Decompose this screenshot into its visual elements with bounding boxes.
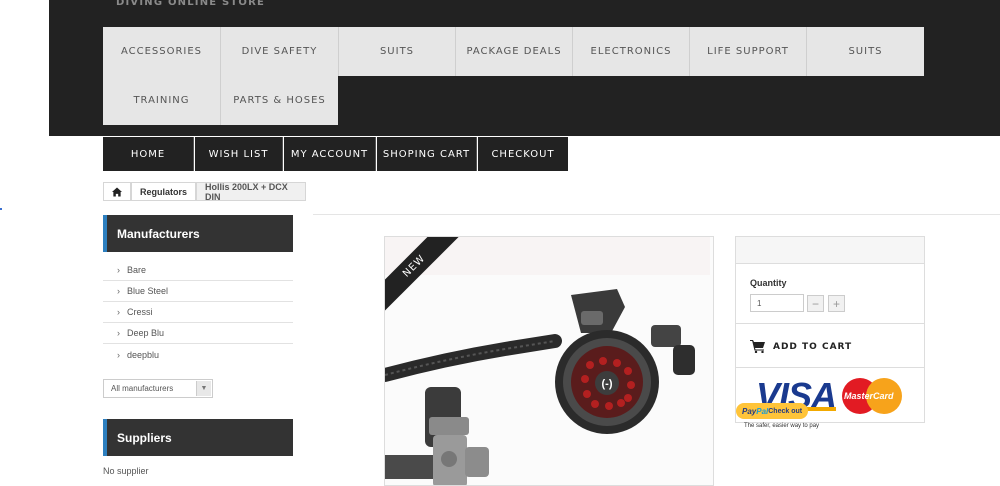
breadcrumb-current: Hollis 200LX + DCX DIN (196, 182, 306, 202)
category-dive-safety[interactable]: DIVE SAFETY (221, 27, 339, 76)
breadcrumb-regulators[interactable]: Regulators (131, 182, 196, 201)
breadcrumb-home[interactable] (103, 182, 131, 201)
list-item[interactable]: › Blue Steel (103, 281, 293, 302)
category-suits[interactable]: SUITS (339, 27, 456, 76)
nav-checkout[interactable]: CHECKOUT (478, 137, 568, 171)
category-parts-hoses[interactable]: PARTS & HOSES (221, 76, 338, 125)
chevron-right-icon: › (117, 307, 120, 317)
list-item[interactable]: › Cressi (103, 302, 293, 323)
manufacturer-label: deepblu (127, 349, 160, 360)
mastercard-logo: MasterCard (842, 378, 902, 414)
paypal-tagline: The safer, easier way to pay (744, 423, 820, 429)
quantity-label: Quantity (750, 278, 787, 288)
manufacturer-label: Blue Steel (127, 286, 169, 296)
manufacturer-label: Bare (127, 265, 147, 275)
nav-home[interactable]: HOME (103, 137, 194, 171)
nav-shopping-cart[interactable]: SHOPING CART (377, 137, 477, 171)
chevron-right-icon: › (117, 349, 120, 360)
list-item[interactable]: › Bare (103, 260, 293, 281)
cart-icon (750, 340, 765, 353)
list-item[interactable]: › Deep Blu (103, 323, 293, 344)
manufacturer-label: Deep Blu (127, 328, 165, 338)
suppliers-heading: Suppliers (103, 419, 293, 456)
suppliers-text: No supplier (103, 466, 149, 476)
edge-mark (0, 208, 2, 210)
content-divider (313, 214, 1000, 215)
mastercard-text: MasterCard (844, 391, 894, 401)
paypal-text-b: Pal (756, 406, 769, 416)
quantity-minus-button[interactable]: − (807, 295, 824, 312)
cartbox-divider (736, 367, 924, 368)
quantity-input[interactable]: 1 (750, 294, 804, 312)
add-to-cart-button[interactable]: ADD TO CART (750, 340, 852, 353)
manufacturers-heading: Manufacturers (103, 215, 293, 252)
add-to-cart-box: Quantity 1 − + ADD TO CART VISA MasterCa… (735, 236, 925, 429)
category-electronics[interactable]: ELECTRONICS (573, 27, 690, 76)
home-icon (112, 186, 122, 197)
svg-text:(-): (-) (602, 378, 613, 390)
store-name: DIVING ONLINE STORE (116, 0, 266, 8)
category-package-deals[interactable]: PACKAGE DEALS (456, 27, 573, 76)
nav-my-account[interactable]: MY ACCOUNT (284, 137, 376, 171)
product-image[interactable]: (-) NEW (384, 236, 714, 486)
category-training[interactable]: TRAINING (103, 76, 221, 125)
manufacturers-select[interactable]: All manufacturers ▼ (103, 379, 213, 398)
chevron-right-icon: › (117, 265, 120, 275)
list-item[interactable]: › deepblu (103, 344, 293, 365)
chevron-right-icon: › (117, 328, 120, 338)
nav-wish-list[interactable]: WISH LIST (195, 137, 283, 171)
chevron-right-icon: › (117, 286, 120, 296)
category-suits-2[interactable]: SUITS (807, 27, 924, 76)
chevron-down-icon[interactable]: ▼ (196, 381, 211, 396)
category-accessories[interactable]: ACCESSORIES (103, 27, 221, 76)
paypal-checkout-text: Check out (768, 407, 803, 415)
breadcrumb: Regulators Hollis 200LX + DCX DIN (103, 182, 306, 202)
cartbox-top-row (736, 237, 924, 264)
select-value: All manufacturers (111, 384, 174, 393)
cartbox-divider (736, 323, 924, 324)
paypal-text-a: Pay (742, 406, 757, 416)
regulator-image: (-) (385, 237, 713, 485)
manufacturers-list: › Bare › Blue Steel › Cressi › Deep Blu › dee… (103, 260, 293, 365)
quantity-plus-button[interactable]: + (828, 295, 845, 312)
paypal-checkout-button[interactable]: Pay Pal Check out (736, 403, 809, 419)
manufacturer-label: Cressi (127, 307, 153, 317)
add-to-cart-label: ADD TO CART (773, 341, 853, 352)
category-life-support[interactable]: LIFE SUPPORT (690, 27, 807, 76)
